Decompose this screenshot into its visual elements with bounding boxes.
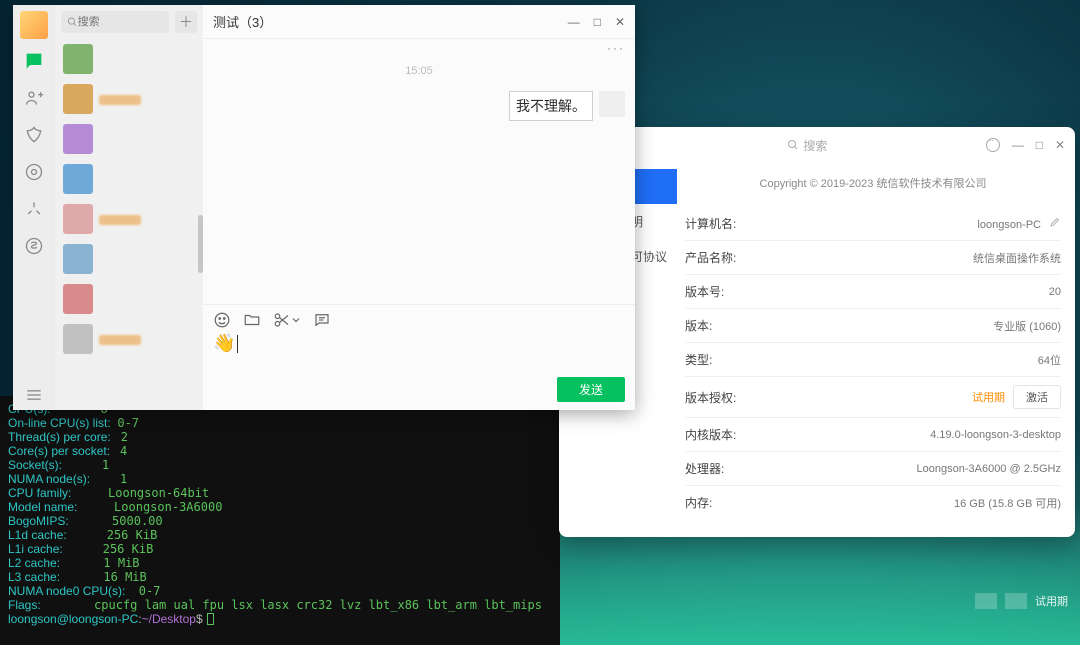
tray-block[interactable] bbox=[1005, 593, 1027, 609]
close-button[interactable]: ✕ bbox=[615, 15, 625, 29]
chat-list-item[interactable] bbox=[55, 119, 203, 159]
info-label: 内存: bbox=[685, 494, 712, 511]
send-button[interactable]: 发送 bbox=[557, 377, 625, 402]
trial-label: 试用期 bbox=[1035, 593, 1068, 609]
chat-messages[interactable]: 15:05 我不理解。 bbox=[203, 55, 635, 304]
avatar bbox=[599, 91, 625, 117]
sparkle-icon[interactable] bbox=[24, 199, 44, 224]
edit-icon[interactable] bbox=[1049, 216, 1061, 231]
menu-icon[interactable] bbox=[986, 138, 1000, 152]
search-icon bbox=[787, 139, 799, 151]
info-value: 4.19.0-loongson-3-desktop bbox=[930, 429, 1061, 441]
info-row: 计算机名: loongson-PC bbox=[685, 207, 1061, 241]
chat-list-item[interactable] bbox=[55, 199, 203, 239]
scissors-icon[interactable] bbox=[273, 311, 301, 329]
chat-list: ＋ bbox=[55, 5, 203, 410]
trial-text: 试用期 bbox=[972, 389, 1005, 405]
copyright-text: Copyright © 2019-2023 统信软件技术有限公司 bbox=[685, 169, 1061, 201]
compose-content: 👋 bbox=[213, 333, 235, 353]
chat-more-button[interactable]: ··· bbox=[607, 41, 625, 55]
info-label: 内核版本: bbox=[685, 426, 736, 443]
info-label: 版本号: bbox=[685, 283, 724, 300]
new-chat-button[interactable]: ＋ bbox=[175, 11, 197, 33]
chat-list-item[interactable] bbox=[55, 319, 203, 359]
user-avatar[interactable] bbox=[20, 11, 48, 39]
chat-search[interactable] bbox=[61, 11, 169, 33]
message-timestamp: 15:05 bbox=[203, 55, 635, 77]
info-label: 类型: bbox=[685, 351, 712, 368]
info-value: Loongson-3A6000 @ 2.5GHz bbox=[917, 463, 1061, 475]
info-row: 产品名称: 统信桌面操作系统 bbox=[685, 241, 1061, 275]
settings-search-placeholder: 搜索 bbox=[803, 137, 827, 154]
info-value: 专业版 (1060) bbox=[993, 318, 1061, 334]
settings-search[interactable]: 搜索 bbox=[629, 137, 986, 154]
moments-icon[interactable] bbox=[24, 162, 44, 187]
terminal-window[interactable]: CPU(s): 8 On-line CPU(s) list: 0-7 Threa… bbox=[0, 396, 560, 645]
folder-icon[interactable] bbox=[243, 311, 261, 329]
tray-block[interactable] bbox=[975, 593, 997, 609]
outgoing-message: 我不理解。 bbox=[509, 91, 625, 121]
info-value: 20 bbox=[1049, 286, 1061, 298]
message-bubble: 我不理解。 bbox=[509, 91, 593, 121]
chat-list-item[interactable] bbox=[55, 279, 203, 319]
chat-search-input[interactable] bbox=[78, 16, 163, 28]
info-row: 版本授权: 试用期激活 bbox=[685, 377, 1061, 418]
settings-main: Copyright © 2019-2023 统信软件技术有限公司 计算机名: lo… bbox=[677, 163, 1075, 537]
info-row: 处理器: Loongson-3A6000 @ 2.5GHz bbox=[685, 452, 1061, 486]
info-row: 内核版本: 4.19.0-loongson-3-desktop bbox=[685, 418, 1061, 452]
wechat-window: ＋ 测试（3） — □ ✕ ··· 15:05 我不理解。 bbox=[13, 5, 635, 410]
minimize-button[interactable]: — bbox=[568, 15, 580, 29]
search-icon bbox=[67, 16, 78, 28]
info-label: 版本授权: bbox=[685, 389, 736, 406]
emoji-icon[interactable] bbox=[213, 311, 231, 329]
wechat-nav bbox=[13, 5, 55, 410]
info-label: 版本: bbox=[685, 317, 712, 334]
compose-area: 👋 发送 bbox=[203, 304, 635, 410]
info-row: 类型: 64位 bbox=[685, 343, 1061, 377]
info-value: 16 GB (15.8 GB 可用) bbox=[954, 495, 1061, 511]
close-button[interactable]: ✕ bbox=[1055, 138, 1065, 152]
chat-list-item[interactable] bbox=[55, 79, 203, 119]
info-label: 产品名称: bbox=[685, 249, 736, 266]
mini-programs-icon[interactable] bbox=[24, 236, 44, 261]
chat-panel: 测试（3） — □ ✕ ··· 15:05 我不理解。 bbox=[203, 5, 635, 410]
favorites-icon[interactable] bbox=[24, 125, 44, 150]
info-label: 计算机名: bbox=[685, 215, 736, 232]
chat-history-icon[interactable] bbox=[313, 311, 331, 329]
chat-list-item[interactable] bbox=[55, 239, 203, 279]
settings-titlebar: 搜索 — □ ✕ bbox=[559, 127, 1075, 163]
info-row: 版本: 专业版 (1060) bbox=[685, 309, 1061, 343]
info-value: 统信桌面操作系统 bbox=[973, 250, 1061, 266]
contacts-icon[interactable] bbox=[24, 88, 44, 113]
info-row: 版本号: 20 bbox=[685, 275, 1061, 309]
menu-icon[interactable] bbox=[24, 385, 44, 410]
settings-window: 搜索 — □ ✕ 关于本机开源软件声明最终用户许可协议隐私政策备份还原 Copy… bbox=[559, 127, 1075, 537]
chats-icon[interactable] bbox=[24, 51, 44, 76]
info-label: 处理器: bbox=[685, 460, 724, 477]
chat-list-item[interactable] bbox=[55, 39, 203, 79]
minimize-button[interactable]: — bbox=[1012, 138, 1024, 152]
taskbar-tray: 试用期 bbox=[975, 593, 1068, 609]
maximize-button[interactable]: □ bbox=[594, 15, 601, 29]
maximize-button[interactable]: □ bbox=[1036, 138, 1043, 152]
chat-list-item[interactable] bbox=[55, 159, 203, 199]
info-value: 64位 bbox=[1038, 352, 1061, 368]
message-input[interactable]: 👋 bbox=[213, 333, 625, 373]
activate-button[interactable]: 激活 bbox=[1013, 385, 1061, 409]
info-value: loongson-PC bbox=[977, 216, 1061, 231]
info-row: 内存: 16 GB (15.8 GB 可用) bbox=[685, 486, 1061, 519]
chat-title: 测试（3） bbox=[213, 12, 272, 31]
